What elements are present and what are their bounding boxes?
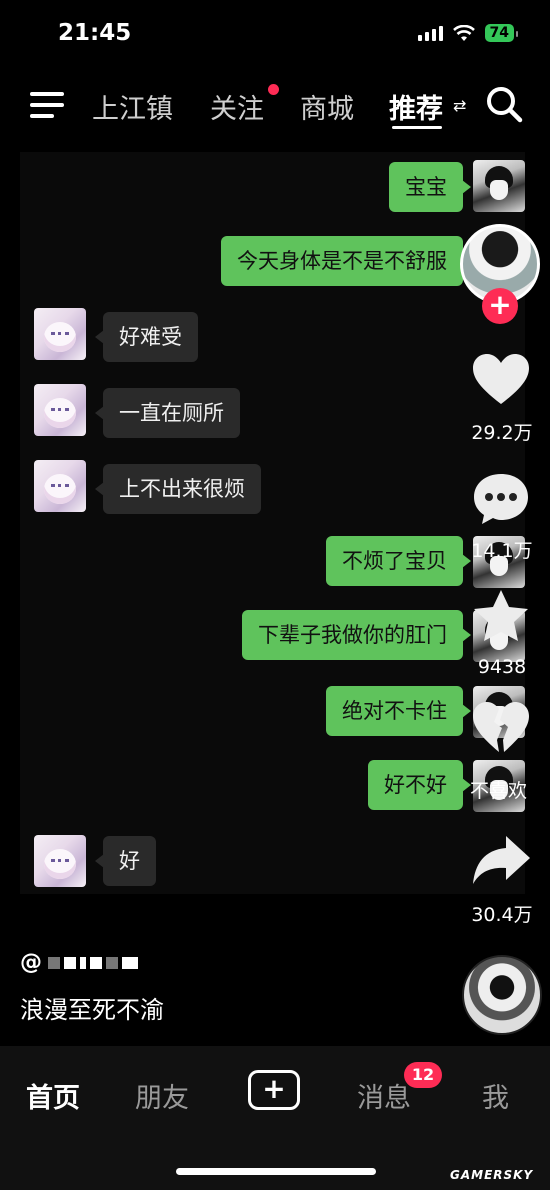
signal-icon [417,25,443,41]
chat-bubble-me: 下辈子我做你的肛门 [242,610,471,660]
comment-icon[interactable] [470,470,532,526]
broken-heart-icon[interactable] [470,700,532,756]
star-icon[interactable] [470,588,532,644]
create-button[interactable]: + [248,1070,300,1110]
wifi-icon [452,24,475,41]
follow-button[interactable]: + [482,288,518,324]
active-tab-indicator [392,126,442,129]
message-badge: 12 [404,1062,442,1088]
chat-bubble-other: 好 [95,836,156,886]
boy-avatar [473,160,525,212]
tab-recommend[interactable]: 推荐 [389,87,443,126]
heart-icon[interactable] [470,352,532,408]
chat-bubble-me: 好不好 [368,760,471,810]
home-indicator[interactable] [176,1168,376,1175]
chat-screenshot: 宝宝 今天身体是不是不舒服 好难受 一直在厕所 上不出来很烦 不烦了宝贝 下辈子… [20,152,525,894]
girl-avatar [34,308,86,360]
nav-home[interactable]: 首页 [26,1076,80,1115]
tab-local[interactable]: 上江镇 [92,87,173,126]
comment-count: 14.1万 [471,540,533,562]
girl-avatar [34,384,86,436]
girl-avatar [34,460,86,512]
notification-dot [268,84,279,95]
chat-bubble-me: 宝宝 [389,162,471,212]
chat-bubble-other: 一直在厕所 [95,388,240,438]
swap-icon[interactable]: ⇄ [453,96,466,115]
share-count: 30.4万 [471,904,533,926]
favorite-count: 9438 [477,656,527,678]
share-icon[interactable] [470,832,532,888]
tab-mall[interactable]: 商城 [300,87,354,126]
video-caption: 浪漫至死不渝 [20,996,164,1024]
nav-messages[interactable]: 消息 [357,1076,411,1115]
mosaic-blur [48,956,138,969]
chat-bubble-me: 今天身体是不是不舒服 [221,236,471,286]
music-disc[interactable] [462,955,542,1035]
chat-bubble-other: 好难受 [95,312,198,362]
chat-bubble-me: 不烦了宝贝 [326,536,471,586]
dislike-label[interactable]: 不喜欢 [470,776,527,803]
tab-following[interactable]: 关注 [210,87,264,126]
battery-icon: 74 [484,24,519,42]
status-icons: 74 [417,24,519,42]
watermark: GAMERSKY [450,1168,534,1182]
search-icon[interactable] [484,84,524,124]
menu-icon[interactable] [30,92,64,118]
chat-bubble-other: 上不出来很烦 [95,464,261,514]
girl-avatar [34,835,86,887]
author-name[interactable]: @ [20,950,138,975]
nav-me[interactable]: 我 [482,1076,509,1115]
status-time: 21:45 [58,20,132,46]
like-count: 29.2万 [471,422,533,444]
chat-bubble-me: 绝对不卡住 [326,686,471,736]
nav-friends[interactable]: 朋友 [135,1076,189,1115]
at-sign: @ [20,950,42,975]
